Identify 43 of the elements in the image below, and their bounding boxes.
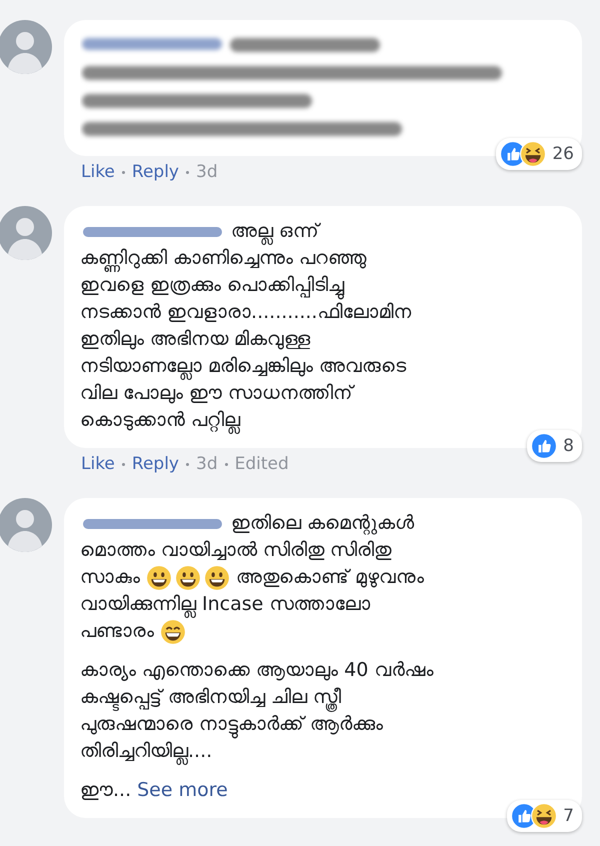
comment-text: സാകും <box>80 565 140 590</box>
action-link[interactable]: Reply <box>132 454 179 474</box>
comment-text: അല്ല ഒന്ന് <box>231 218 320 245</box>
smiley-icon <box>204 564 230 590</box>
meta-info: 3d <box>196 162 218 182</box>
smiley-icon <box>175 564 201 590</box>
see-more-link[interactable]: See more <box>137 777 228 804</box>
action-link[interactable]: Like <box>81 454 115 474</box>
comment-text: കാര്യം എന്തൊക്കെ ആയാലും 40 വർഷം <box>80 658 434 683</box>
laughing-face-icon <box>520 141 546 167</box>
comment-text: കൊടുക്കാൻ പറ്റില്ല <box>80 407 240 434</box>
comment-text: വായിക്കുന്നില്ല Incase സത്താലോ <box>80 591 370 618</box>
reactions-pill[interactable]: 7 <box>507 800 582 832</box>
avatar-icon <box>0 20 52 74</box>
smiley-icon <box>146 564 172 590</box>
avatar-icon <box>0 206 52 260</box>
meta-info: 3d <box>196 454 218 474</box>
comment-text: വില പോലും ഈ സാധനത്തിന് <box>80 381 354 406</box>
comment-text: കണ്ണിറുക്കി കാണിച്ചെന്നും പറഞ്ഞു <box>80 245 366 272</box>
comment-text: ഇതിലെ കമെന്റുകൾ <box>231 511 414 537</box>
grinning-face-icon <box>160 618 186 644</box>
comment-text: നടിയാണല്ലോ മരിച്ചെങ്കിലും അവരുടെ <box>80 353 406 380</box>
comment-text: പുരുഷന്മാരെ നാട്ടുകാർക്ക് ആർക്കും <box>80 711 384 738</box>
comment-text: പണ്ടാരം <box>80 619 154 644</box>
reactions-pill[interactable]: 8 <box>527 430 582 462</box>
action-link[interactable]: Like <box>81 162 115 182</box>
avatar-icon <box>0 498 52 552</box>
reaction-count: 8 <box>563 436 574 456</box>
comment-text: മൊത്തം വായിച്ചാൽ സിരിതു സിരിതു <box>80 538 392 563</box>
comment-text: കഷ്ടപ്പെട്ട് അഭിനയിച്ച ചില സ്ത്രീ <box>80 684 342 711</box>
reaction-count: 7 <box>563 806 574 826</box>
comment-text: ഈ... <box>80 778 132 803</box>
comment-text: ഇതിലും അഭിനയ മികവുള്ള <box>80 327 310 352</box>
action-link[interactable]: Reply <box>132 162 179 182</box>
reactions-pill[interactable]: 26 <box>496 138 582 170</box>
comment-text: നടക്കാൻ ഇവളാരാ...........ഫിലോമിന <box>80 300 412 325</box>
meta-info: Edited <box>234 454 289 474</box>
comment-text: അതുകൊണ്ട് മുഴുവനും <box>236 565 424 590</box>
reaction-count: 26 <box>552 144 574 164</box>
thumbs-up-icon <box>531 433 558 459</box>
comment-text: ഇവളെ ഇത്രക്കും പൊക്കിപ്പിടിച്ചു <box>80 272 344 299</box>
laughing-face-icon <box>531 803 558 829</box>
comment-text: തിരിച്ചറിയില്ല.... <box>80 738 212 765</box>
